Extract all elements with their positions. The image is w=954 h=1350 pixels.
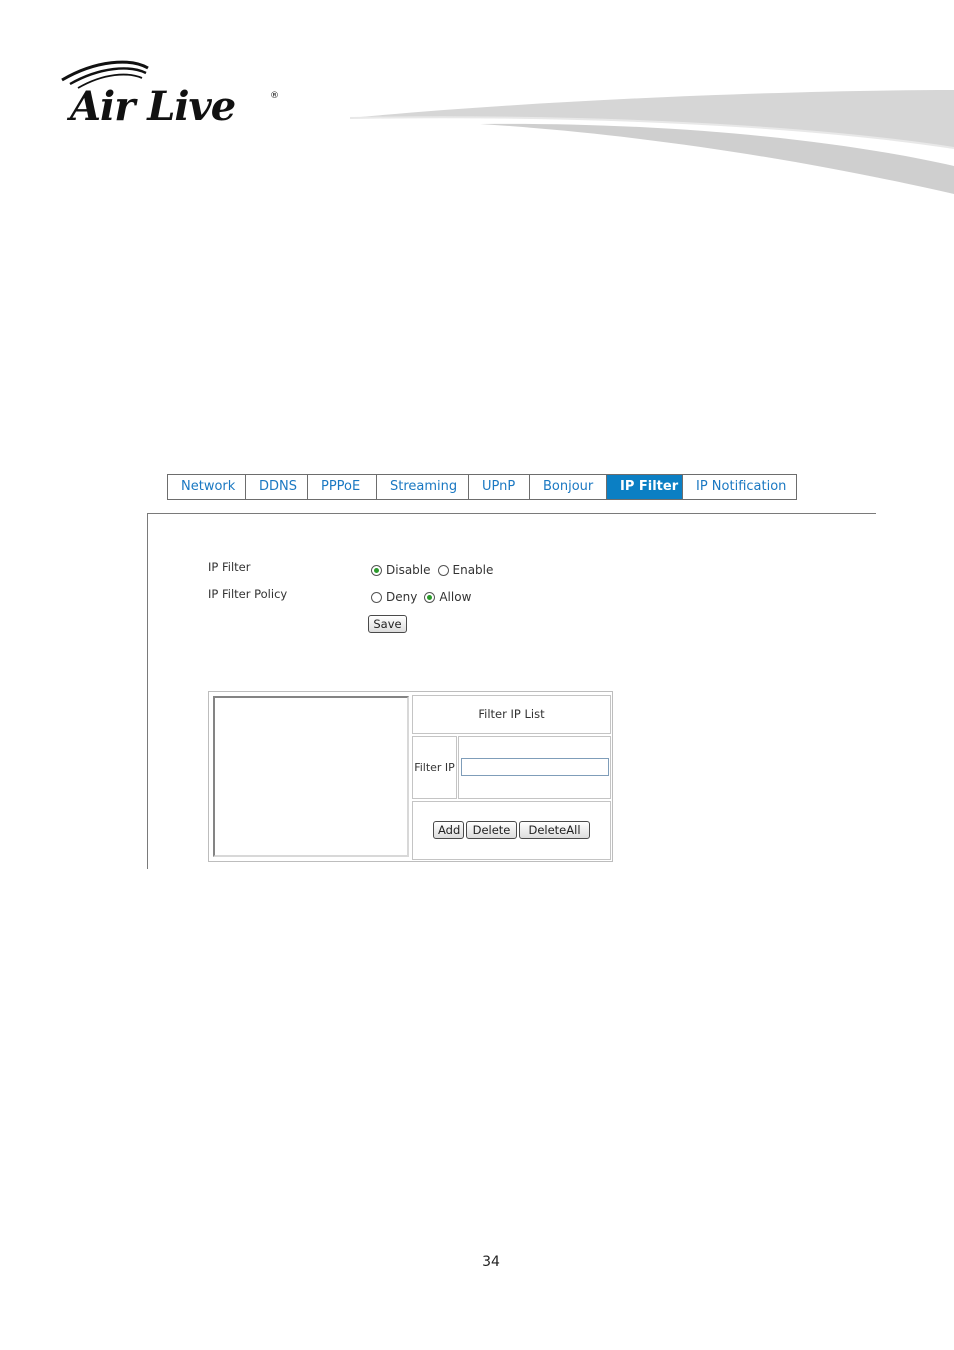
ip-filter-enable-radio[interactable] [437, 564, 449, 576]
header-swoosh [349, 90, 954, 194]
ip-filter-enable-label: Enable [452, 563, 494, 577]
tab-bonjour[interactable]: Bonjour [530, 475, 607, 499]
filter-ip-actions-cell: Add Delete DeleteAll [412, 801, 611, 860]
ip-filter-radio-group: Disable Enable [371, 563, 500, 577]
airlive-logo: Air Live ® [61, 60, 279, 130]
tab-ddns[interactable]: DDNS [246, 475, 308, 499]
ip-filter-label: IP Filter [208, 560, 251, 574]
tab-upnp[interactable]: UPnP [469, 475, 530, 499]
delete-button[interactable]: Delete [466, 821, 517, 839]
ip-filter-disable-label: Disable [386, 563, 431, 577]
settings-tab-bar: Network DDNS PPPoE Streaming UPnP Bonjou… [167, 474, 797, 500]
filter-ip-listbox[interactable] [213, 696, 409, 857]
ip-filter-policy-label: IP Filter Policy [208, 587, 288, 601]
filter-ip-list-header: Filter IP List [412, 695, 611, 734]
policy-deny-radio[interactable] [371, 591, 382, 603]
policy-deny-label: Deny [386, 590, 418, 604]
policy-allow-radio[interactable] [424, 591, 436, 603]
filter-ip-list-title: Filter IP List [478, 707, 545, 721]
delete-all-button[interactable]: DeleteAll [519, 821, 590, 839]
page-number: 34 [482, 1254, 500, 1270]
policy-radio-group: Deny Allow [371, 590, 478, 604]
tab-network[interactable]: Network [168, 475, 246, 499]
save-button[interactable]: Save [368, 615, 407, 633]
filter-ip-label-cell: Filter IP [412, 736, 457, 799]
svg-text:®: ® [270, 91, 279, 101]
filter-ip-table: Filter IP List Filter IP Add Delete Dele… [208, 691, 613, 862]
tab-ip-filter[interactable]: IP Filter [607, 475, 683, 499]
ip-filter-disable-radio[interactable] [371, 564, 382, 576]
filter-ip-label: Filter IP [414, 761, 455, 774]
policy-allow-label: Allow [439, 590, 472, 604]
tab-pppoe[interactable]: PPPoE [308, 475, 377, 499]
svg-text:Air Live: Air Live [66, 83, 235, 130]
tab-streaming[interactable]: Streaming [377, 475, 469, 499]
filter-ip-input[interactable] [461, 758, 609, 776]
tab-ip-notification[interactable]: IP Notification [683, 475, 797, 499]
add-button[interactable]: Add [433, 821, 464, 839]
